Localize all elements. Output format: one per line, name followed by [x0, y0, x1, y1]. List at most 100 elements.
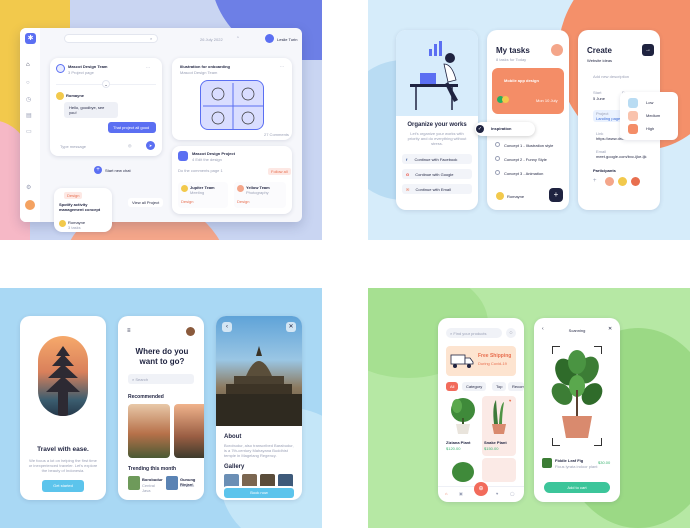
promo-banner[interactable]: Free Shipping During Covid-19: [446, 346, 516, 376]
trend-name: Borobudur: [142, 477, 163, 482]
category-category[interactable]: Category: [462, 382, 487, 391]
product-card[interactable]: [482, 458, 516, 482]
facebook-button[interactable]: f Continue with Facebook: [402, 154, 472, 164]
email-button[interactable]: ✉ Continue with Email: [402, 184, 472, 194]
popup-avatar: [59, 220, 66, 227]
chat-input[interactable]: Type message: [60, 144, 86, 149]
more-icon[interactable]: ⋯: [280, 64, 284, 69]
product-price: $150.00: [484, 446, 499, 451]
gallery-thumb[interactable]: [278, 474, 293, 489]
priority-medium[interactable]: Medium: [646, 113, 660, 118]
gallery-heading: Gallery: [224, 464, 245, 470]
app-logo[interactable]: ✱: [25, 33, 36, 44]
add-icon[interactable]: +: [94, 166, 102, 174]
product-card[interactable]: [446, 458, 480, 482]
participant-avatar[interactable]: [605, 177, 614, 186]
project-selector[interactable]: Website ideas: [587, 58, 612, 63]
product-card[interactable]: ♥ Snake Plant $150.00: [482, 396, 516, 456]
send-button[interactable]: ➤: [146, 141, 155, 150]
inspiration-popup[interactable]: Inspiration: [475, 122, 535, 136]
trend-sub: Lombok: [180, 483, 195, 488]
folder-icon[interactable]: ▭: [26, 128, 32, 135]
back-button[interactable]: ‹: [222, 322, 232, 332]
home-icon[interactable]: ⌂: [26, 62, 30, 68]
google-button[interactable]: G Continue with Google: [402, 169, 472, 179]
search-input[interactable]: ⌕ Find your products: [446, 328, 502, 338]
recommended-card[interactable]: [128, 404, 170, 458]
travel-onboard-text: We focus a lot on helping the first time…: [28, 458, 98, 473]
checkbox[interactable]: [495, 156, 500, 161]
gallery-thumb[interactable]: [260, 474, 275, 489]
add-participant-icon[interactable]: +: [593, 178, 597, 184]
category-all[interactable]: All: [446, 382, 459, 391]
task-item[interactable]: Concept 3 - Animation: [495, 170, 543, 176]
next-button[interactable]: →: [642, 44, 654, 56]
chevron-down-icon[interactable]: ⌄: [102, 80, 110, 88]
close-icon[interactable]: ✕: [608, 326, 612, 332]
user-avatar[interactable]: [265, 34, 274, 43]
cart-icon[interactable]: ◌: [506, 328, 516, 338]
email-field[interactable]: Email meet.google.com/bxc-ijke-ljk: [593, 148, 653, 160]
travel-onboard-title: Travel with ease.: [37, 446, 89, 453]
category-top[interactable]: Top: [492, 382, 507, 391]
participant-avatar[interactable]: [631, 177, 640, 186]
heart-icon[interactable]: ♥: [509, 398, 511, 403]
get-started-button[interactable]: Get started: [42, 480, 84, 492]
user-icon[interactable]: ○: [26, 80, 30, 86]
comments-count: 27 Comments: [264, 132, 289, 137]
search-input[interactable]: ⌕ Search: [128, 374, 194, 384]
onboard-screen: Organize your works Let's organize your …: [396, 30, 478, 210]
chart-icon[interactable]: ▤: [26, 112, 32, 119]
priority-low[interactable]: Low: [646, 100, 653, 105]
heart-icon[interactable]: ♥: [496, 491, 498, 496]
avatar[interactable]: [186, 327, 195, 336]
gallery-thumb[interactable]: [242, 474, 257, 489]
video-title: Mascot Design Project: [192, 151, 235, 156]
attach-icon[interactable]: ◎: [128, 143, 132, 148]
checkbox[interactable]: [495, 170, 500, 175]
highlight-task[interactable]: Mobile app design Mon 10 July: [492, 68, 564, 114]
add-task-button[interactable]: +: [549, 188, 563, 202]
clock-icon[interactable]: ◷: [26, 96, 31, 103]
profile-icon[interactable]: ◯: [510, 491, 514, 496]
follow-button[interactable]: Follow all: [268, 168, 291, 175]
checkbox[interactable]: [495, 142, 500, 147]
task-item[interactable]: Concept 1 - Illustration style: [495, 142, 553, 148]
avatar[interactable]: [25, 200, 35, 210]
center-button[interactable]: ⊕: [474, 482, 488, 496]
start-chat-button[interactable]: Start new chat: [105, 168, 131, 173]
priority-high[interactable]: High: [646, 126, 654, 131]
product-card[interactable]: Ziziana Plant $120.00: [446, 396, 480, 456]
book-now-button[interactable]: Book now: [224, 488, 294, 498]
chat-reply: That project all good: [108, 122, 156, 133]
worker-illustration-icon: [410, 41, 458, 110]
start-value[interactable]: 5 June: [593, 96, 605, 101]
small-card-yellow: Yellow Team Photography Design: [234, 182, 286, 208]
scan-result[interactable]: Fiddle Leaf Fig Ficus lyrata indoor plan…: [542, 456, 612, 472]
more-icon[interactable]: ⋯: [146, 65, 150, 70]
shop-icon[interactable]: ▣: [459, 491, 463, 496]
menu-icon[interactable]: ≡: [127, 328, 131, 334]
search-placeholder: Search: [135, 377, 149, 382]
recommended-card[interactable]: [174, 404, 204, 458]
trend-item[interactable]: Gunung Rinjani Lombok: [166, 476, 202, 492]
result-sub: Ficus lyrata indoor plant: [555, 464, 598, 469]
view-all-project-button[interactable]: View all Project: [128, 198, 164, 207]
home-icon[interactable]: ⌂: [445, 491, 447, 496]
participant-avatar[interactable]: [618, 177, 627, 186]
settings-icon[interactable]: ⚙: [26, 184, 31, 191]
team-tag: Design: [237, 199, 250, 204]
share-button[interactable]: ✕: [286, 322, 296, 332]
search-bar[interactable]: [64, 34, 158, 43]
category-recommended[interactable]: Recommended: [508, 382, 524, 391]
task-popup: Design Spotify activity management conce…: [54, 188, 112, 232]
task-item[interactable]: Concept 2 - Funny Style: [495, 156, 547, 162]
avatar[interactable]: [551, 44, 563, 56]
product-name: Snake Plant: [484, 440, 507, 445]
add-to-cart-button[interactable]: Add to cart: [544, 482, 610, 493]
check-icon[interactable]: ✓: [476, 125, 484, 133]
notification-icon[interactable]: ◔: [236, 35, 239, 41]
trend-item[interactable]: Borobudur Central Java: [128, 476, 163, 493]
description-field[interactable]: Add new description: [593, 74, 629, 79]
gallery-thumb[interactable]: [224, 474, 239, 489]
